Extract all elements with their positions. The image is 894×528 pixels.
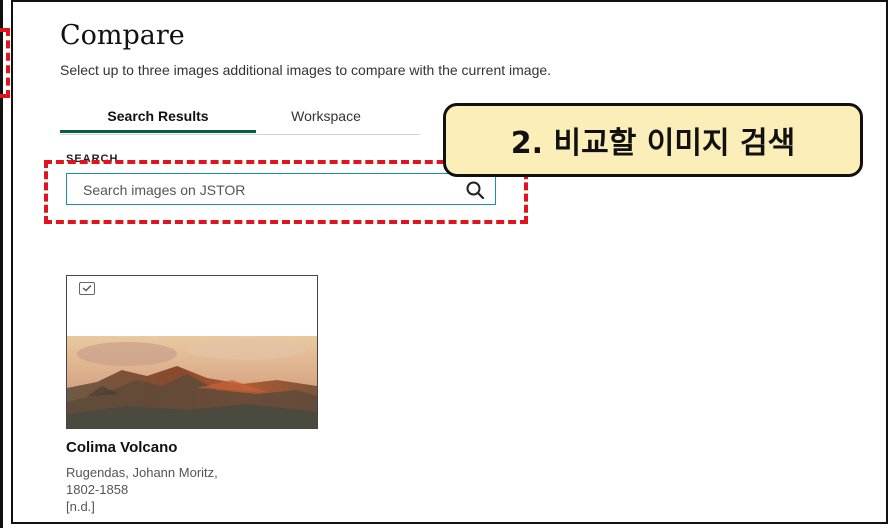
result-date: [n.d.]: [66, 499, 95, 514]
result-title[interactable]: Colima Volcano: [66, 439, 318, 456]
tab-search-results[interactable]: Search Results: [60, 108, 256, 133]
result-thumbnail[interactable]: [66, 275, 318, 429]
step-callout: 2. 비교할 이미지 검색: [443, 103, 863, 177]
result-creator-dates: 1802-1858: [66, 482, 129, 497]
result-card[interactable]: Colima Volcano Rugendas, Johann Moritz, …: [66, 275, 318, 515]
page-subtitle: Select up to three images additional ima…: [60, 62, 552, 78]
page-title: Compare: [60, 20, 185, 51]
result-metadata: Rugendas, Johann Moritz, 1802-1858 [n.d.…: [66, 464, 306, 515]
painting-image: [67, 336, 317, 428]
tab-bar: Search Results Workspace: [60, 108, 420, 135]
result-creator: Rugendas, Johann Moritz,: [66, 465, 218, 480]
tab-workspace[interactable]: Workspace: [266, 108, 386, 130]
checkbox-icon[interactable]: [79, 282, 95, 295]
left-highlight-marker: [0, 28, 10, 98]
